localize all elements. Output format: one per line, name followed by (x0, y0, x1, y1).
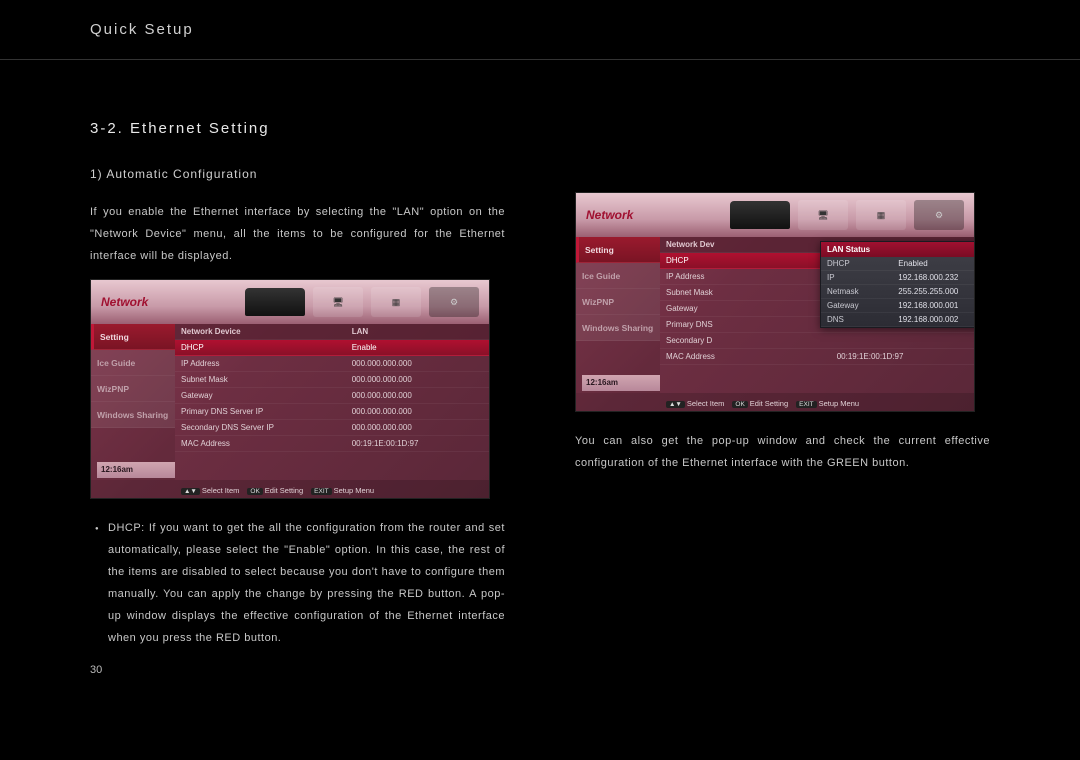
osd-sidebar: Setting Ice Guide WizPNP Windows Sharing (91, 324, 175, 480)
subheading: 1) Automatic Configuration (90, 167, 505, 181)
popup-explain-paragraph: You can also get the pop-up window and c… (575, 430, 990, 474)
intro-paragraph: If you enable the Ethernet interface by … (90, 201, 505, 267)
screenshot-lan-status: Network 🖥 ▦ ⚙ Setting Ice Guide WizPNP W… (575, 192, 975, 412)
page-header: Quick Setup (0, 0, 1080, 60)
osd-clock: 12:16am (97, 462, 175, 478)
osd2-footer: ▲▼Select Item OKEdit Setting EXITSetup M… (576, 393, 974, 412)
lan-status-popup: LAN Status DHCPEnabled IP192.168.000.232… (820, 241, 975, 328)
popup-title: LAN Status (821, 242, 975, 257)
osd2-header: Network 🖥 ▦ ⚙ (576, 193, 974, 237)
gear-icon: ⚙ (914, 200, 964, 230)
osd-row-dhcp[interactable]: DHCPEnable (175, 340, 489, 356)
osd-row-dns2[interactable]: Secondary DNS Server IP000.000.000.000 (175, 420, 489, 436)
right-column: Network 🖥 ▦ ⚙ Setting Ice Guide WizPNP W… (575, 120, 990, 676)
sidebar-item-wizpnp[interactable]: WizPNP (576, 289, 660, 315)
hint-setup: EXITSetup Menu (796, 399, 859, 408)
popup-row-gateway: Gateway192.168.000.001 (821, 299, 975, 313)
hint-select: ▲▼Select Item (666, 399, 724, 408)
osd2-clock: 12:16am (582, 375, 660, 391)
hint-edit: OKEdit Setting (247, 486, 303, 495)
header-title: Quick Setup (90, 21, 194, 38)
osd-main: Network Device LAN DHCPEnable IP Address… (175, 324, 489, 480)
network-icon: ▦ (371, 287, 421, 317)
section-title: Ethernet Setting (130, 120, 270, 137)
osd2-main: Network Dev DHCP IP Address Subnet Mask … (660, 237, 974, 393)
osd-row-dns1[interactable]: Primary DNS Server IP000.000.000.000 (175, 404, 489, 420)
device-image-icon (245, 288, 305, 316)
dhcp-bullet: DHCP: If you want to get the all the con… (90, 517, 505, 649)
screenshot-network-settings: Network 🖥 ▦ ⚙ Setting Ice Guide WizPNP W… (90, 279, 490, 499)
section-number: 3-2. (90, 120, 124, 137)
sidebar-item-setting[interactable]: Setting (576, 237, 660, 263)
sidebar-item-windows-sharing[interactable]: Windows Sharing (576, 315, 660, 341)
osd2-sidebar: Setting Ice Guide WizPNP Windows Sharing (576, 237, 660, 393)
sidebar-item-setting[interactable]: Setting (91, 324, 175, 350)
osd-title: Network (101, 295, 237, 309)
osd-footer: ▲▼Select Item OKEdit Setting EXITSetup M… (91, 480, 489, 499)
osd-row-subnet[interactable]: Subnet Mask000.000.000.000 (175, 372, 489, 388)
content-area: 3-2. Ethernet Setting 1) Automatic Confi… (0, 60, 1080, 696)
hint-select: ▲▼Select Item (181, 486, 239, 495)
osd2-title: Network (586, 208, 722, 222)
osd2-row-dns2[interactable]: Secondary D (660, 333, 974, 349)
sidebar-item-windows-sharing[interactable]: Windows Sharing (91, 402, 175, 428)
computer-icon: 🖥 (313, 287, 363, 317)
computer-icon: 🖥 (798, 200, 848, 230)
osd-row-gateway[interactable]: Gateway000.000.000.000 (175, 388, 489, 404)
popup-row-dns: DNS192.168.000.002 (821, 313, 975, 327)
head-value: LAN (352, 327, 483, 336)
hint-edit: OKEdit Setting (732, 399, 788, 408)
osd-head-row: Network Device LAN (175, 324, 489, 340)
sidebar-item-wizpnp[interactable]: WizPNP (91, 376, 175, 402)
page-number: 30 (90, 664, 505, 676)
gear-icon: ⚙ (429, 287, 479, 317)
osd-header: Network 🖥 ▦ ⚙ (91, 280, 489, 324)
osd-row-mac: MAC Address00:19:1E:00:1D:97 (175, 436, 489, 452)
section-heading: 3-2. Ethernet Setting (90, 120, 505, 137)
osd-row-ip[interactable]: IP Address000.000.000.000 (175, 356, 489, 372)
device-image-icon (730, 201, 790, 229)
popup-row-dhcp: DHCPEnabled (821, 257, 975, 271)
hint-setup: EXITSetup Menu (311, 486, 374, 495)
network-icon: ▦ (856, 200, 906, 230)
sidebar-item-iceguide[interactable]: Ice Guide (91, 350, 175, 376)
popup-row-ip: IP192.168.000.232 (821, 271, 975, 285)
popup-row-netmask: Netmask255.255.255.000 (821, 285, 975, 299)
sidebar-item-iceguide[interactable]: Ice Guide (576, 263, 660, 289)
left-column: 3-2. Ethernet Setting 1) Automatic Confi… (90, 120, 505, 676)
osd2-row-mac: MAC Address00:19:1E:00:1D:97 (660, 349, 974, 365)
head-label: Network Device (181, 327, 352, 336)
